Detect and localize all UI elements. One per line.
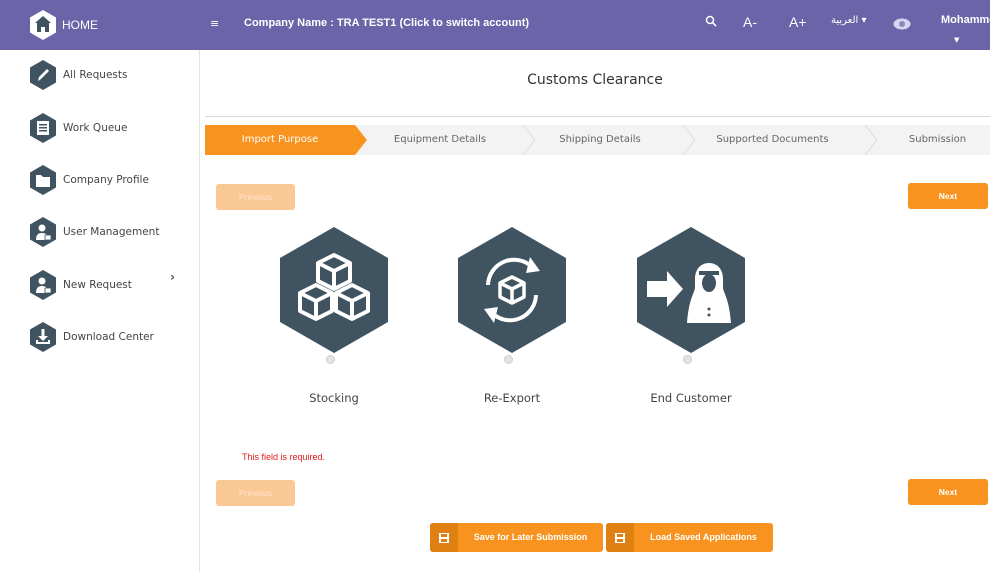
- sidebar-item-download-center[interactable]: Download Center: [28, 320, 193, 354]
- option-label: End Customer: [650, 391, 732, 405]
- chevron-right-icon[interactable]: ›: [170, 270, 175, 284]
- sidebar-item-work-queue[interactable]: Work Queue: [28, 111, 193, 145]
- download-icon: [30, 322, 56, 352]
- option-radio[interactable]: [504, 355, 513, 364]
- customer-arrow-icon: [637, 227, 745, 353]
- previous-button-bottom[interactable]: Previous: [216, 480, 295, 506]
- home-icon: [30, 10, 56, 40]
- sidebar-item-all-requests[interactable]: All Requests: [28, 58, 193, 92]
- previous-button-top[interactable]: Previous: [216, 184, 295, 210]
- box-cycle-icon: [458, 227, 566, 353]
- top-bar: HOME ≡ Company Name : TRA TEST1 (Click t…: [0, 0, 990, 50]
- validation-error: This field is required.: [242, 452, 326, 462]
- user-lock-icon: [30, 217, 56, 247]
- save-for-later-label: Save for Later Submission: [473, 532, 588, 542]
- step-submission[interactable]: Submission: [885, 125, 990, 155]
- sidebar-item-company-profile[interactable]: Company Profile: [28, 163, 193, 197]
- option-label: Re-Export: [483, 391, 541, 405]
- next-button-bottom[interactable]: Next: [908, 479, 988, 505]
- step-separator: [683, 125, 695, 155]
- eye-icon[interactable]: [893, 18, 911, 30]
- step-supported-documents[interactable]: Supported Documents: [695, 125, 850, 155]
- user-lock-icon: [30, 270, 56, 300]
- list-icon: [30, 113, 56, 143]
- load-saved-applications-label: Load Saved Applications: [650, 532, 757, 542]
- option-stocking[interactable]: Stocking: [274, 225, 394, 425]
- save-icon: [430, 523, 458, 552]
- font-increase-button[interactable]: A+: [789, 14, 807, 30]
- menu-icon[interactable]: ≡: [210, 17, 219, 30]
- user-caret-icon[interactable]: ▼: [954, 36, 959, 44]
- user-menu[interactable]: Mohammed: [941, 14, 990, 26]
- home-label: HOME: [62, 18, 98, 32]
- page-title: Customs Clearance: [527, 72, 663, 88]
- option-radio[interactable]: [326, 355, 335, 364]
- load-saved-applications-button[interactable]: Load Saved Applications: [606, 523, 773, 552]
- save-for-later-button[interactable]: Save for Later Submission: [430, 523, 603, 552]
- title-divider: [205, 116, 990, 117]
- search-icon[interactable]: [705, 15, 717, 27]
- language-switcher[interactable]: العربية ▾: [831, 15, 867, 26]
- sidebar: All Requests Work Queue Company Profile …: [0, 50, 200, 572]
- option-end-customer[interactable]: End Customer: [631, 225, 751, 425]
- sidebar-item-label: Company Profile: [63, 174, 149, 186]
- next-button-top[interactable]: Next: [908, 183, 988, 209]
- save-icon: [606, 523, 634, 552]
- step-shipping-details[interactable]: Shipping Details: [525, 125, 675, 155]
- sidebar-item-label: User Management: [63, 226, 160, 238]
- sidebar-item-label: All Requests: [63, 69, 128, 81]
- pen-icon: [30, 60, 56, 90]
- boxes-icon: [280, 227, 388, 353]
- option-radio[interactable]: [683, 355, 692, 364]
- wizard-steps: Import Purpose Equipment Details Shippin…: [205, 125, 990, 155]
- sidebar-item-user-management[interactable]: User Management: [28, 215, 193, 249]
- option-re-export[interactable]: Re-Export: [452, 225, 572, 425]
- step-separator: [865, 125, 877, 155]
- folder-icon: [30, 165, 56, 195]
- step-equipment-details[interactable]: Equipment Details: [365, 125, 515, 155]
- font-decrease-button[interactable]: A-: [743, 14, 757, 30]
- company-switcher[interactable]: Company Name : TRA TEST1 (Click to switc…: [244, 17, 529, 29]
- step-import-purpose[interactable]: Import Purpose: [205, 125, 355, 155]
- home-link[interactable]: HOME: [0, 0, 200, 50]
- sidebar-item-new-request[interactable]: New Request: [28, 268, 193, 302]
- option-label: Stocking: [309, 391, 359, 405]
- sidebar-item-label: Work Queue: [63, 122, 128, 134]
- sidebar-item-label: Download Center: [63, 331, 154, 343]
- sidebar-item-label: New Request: [63, 279, 132, 291]
